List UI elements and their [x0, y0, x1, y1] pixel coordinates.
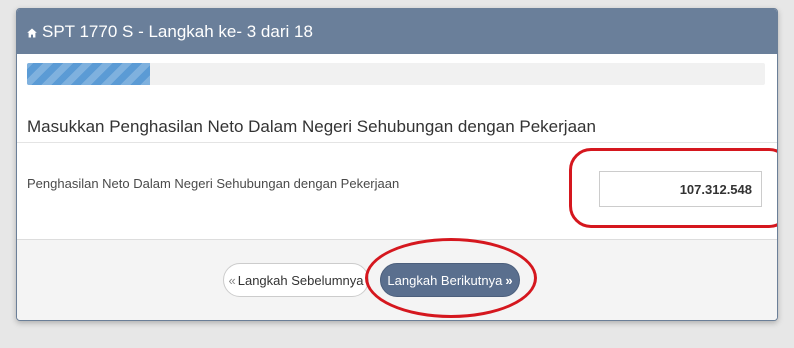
progress-bar-fill [27, 63, 151, 85]
next-step-label: Langkah Berikutnya [387, 272, 503, 288]
section-divider [17, 142, 777, 143]
panel-header: SPT 1770 S - Langkah ke- 3 dari 18 [17, 9, 777, 54]
page-title: SPT 1770 S - Langkah ke- 3 dari 18 [42, 21, 313, 41]
previous-step-label: Langkah Sebelumnya [237, 272, 364, 288]
chevron-double-left-icon: « [228, 272, 236, 288]
previous-step-button[interactable]: « Langkah Sebelumnya [223, 263, 369, 297]
chevron-double-right-icon: » [505, 272, 513, 288]
income-input[interactable] [599, 171, 762, 207]
income-field-label: Penghasilan Neto Dalam Negeri Sehubungan… [27, 176, 400, 191]
wizard-panel: SPT 1770 S - Langkah ke- 3 dari 18 Masuk… [16, 8, 778, 321]
home-icon [27, 28, 37, 38]
section-title: Masukkan Penghasilan Neto Dalam Negeri S… [27, 117, 596, 136]
progress-bar [27, 63, 765, 85]
next-step-button[interactable]: Langkah Berikutnya » [380, 263, 520, 297]
